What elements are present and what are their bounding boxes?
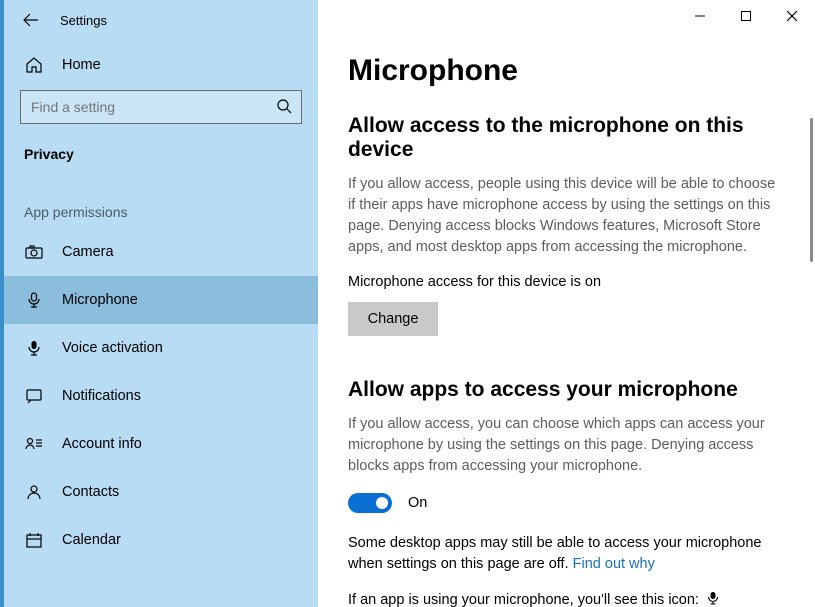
search-wrap <box>4 90 318 124</box>
section2-heading: Allow apps to access your microphone <box>348 378 779 402</box>
sidebar-item-label: Voice activation <box>62 340 163 356</box>
sidebar-item-account-info[interactable]: Account info <box>4 420 318 468</box>
sidebar-item-voice-activation[interactable]: Voice activation <box>4 324 318 372</box>
sidebar-item-microphone[interactable]: Microphone <box>4 276 318 324</box>
content: Microphone Allow access to the microphon… <box>318 0 815 607</box>
note-text: Some desktop apps may still be able to a… <box>348 535 761 572</box>
usage-indicator-text: If an app is using your microphone, you'… <box>348 591 779 607</box>
notifications-icon <box>24 387 44 405</box>
sidebar-item-home[interactable]: Home <box>4 40 318 90</box>
microphone-indicator-icon <box>707 591 719 607</box>
search-input[interactable] <box>20 90 302 124</box>
camera-icon <box>24 243 44 261</box>
microphone-icon <box>24 291 44 309</box>
calendar-icon <box>24 531 44 549</box>
sidebar-section-title: Privacy <box>4 124 318 166</box>
microphone-access-toggle[interactable] <box>348 493 392 513</box>
toggle-label: On <box>408 495 427 511</box>
home-icon <box>24 56 44 74</box>
sidebar-item-label: Account info <box>62 436 142 452</box>
search-icon[interactable] <box>276 98 292 119</box>
sidebar-item-label: Notifications <box>62 388 141 404</box>
titlebar: Settings <box>4 0 318 40</box>
sidebar-item-contacts[interactable]: Contacts <box>4 468 318 516</box>
sidebar-group-label: App permissions <box>4 166 318 228</box>
section1-heading: Allow access to the microphone on this d… <box>348 114 779 162</box>
toggle-row: On <box>348 493 779 513</box>
find-out-why-link[interactable]: Find out why <box>573 556 655 572</box>
change-button[interactable]: Change <box>348 302 438 336</box>
scrollbar[interactable] <box>810 118 813 262</box>
back-button[interactable] <box>22 11 40 29</box>
voice-activation-icon <box>24 339 44 357</box>
contacts-icon <box>24 483 44 501</box>
section2-note: Some desktop apps may still be able to a… <box>348 533 779 575</box>
sidebar-nav: Camera Microphone Voice activation Notif… <box>4 228 318 607</box>
section1-status: Microphone access for this device is on <box>348 274 779 290</box>
page-title: Microphone <box>348 54 779 88</box>
app-title: Settings <box>60 13 107 28</box>
main-panel: Microphone Allow access to the microphon… <box>318 0 815 607</box>
section2-body: If you allow access, you can choose whic… <box>348 414 779 477</box>
sidebar-item-label: Microphone <box>62 292 138 308</box>
home-label: Home <box>62 57 101 73</box>
section1-body: If you allow access, people using this d… <box>348 174 779 258</box>
sidebar-item-calendar[interactable]: Calendar <box>4 516 318 564</box>
sidebar-item-notifications[interactable]: Notifications <box>4 372 318 420</box>
sidebar: Settings Home Privacy App permissions Ca… <box>0 0 318 607</box>
sidebar-item-label: Contacts <box>62 484 119 500</box>
sidebar-item-label: Calendar <box>62 532 121 548</box>
sidebar-item-camera[interactable]: Camera <box>4 228 318 276</box>
account-info-icon <box>24 435 44 453</box>
sidebar-item-label: Camera <box>62 244 114 260</box>
